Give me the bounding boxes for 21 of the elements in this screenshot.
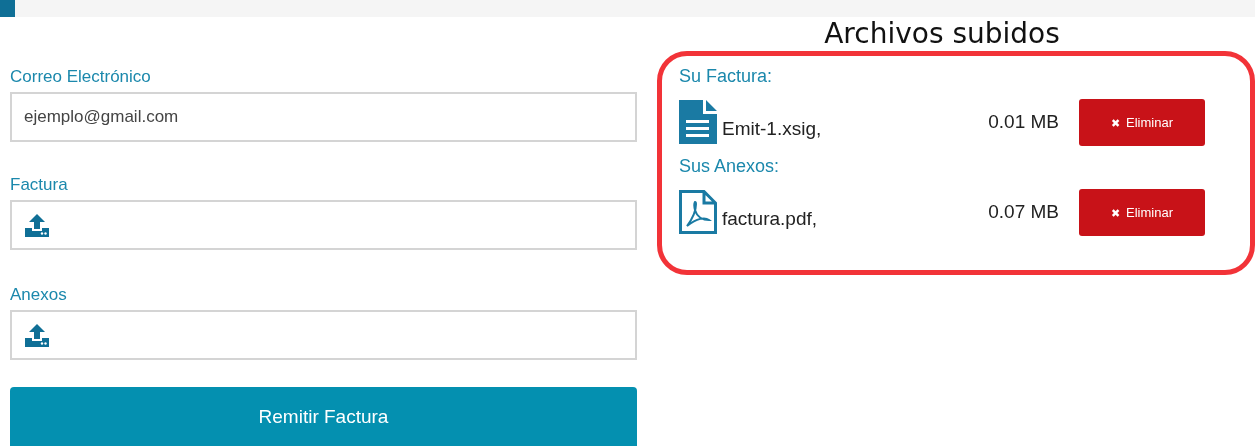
file-upload-field[interactable]	[10, 310, 637, 360]
upload-icon	[24, 322, 50, 348]
upload-icon	[24, 212, 50, 238]
file-name: factura.pdf,	[722, 207, 819, 230]
file-size: 0.07 MB	[987, 201, 1059, 223]
file-name: Emit-1.xsig,	[722, 117, 823, 140]
field-label: Correo Electrónico	[10, 67, 152, 88]
field-label: Anexos	[10, 285, 68, 306]
delete-button[interactable]: ✖ Eliminar	[1079, 98, 1205, 146]
uploads-title: Archivos subidos	[823, 17, 1061, 51]
file-size: 0.01 MB	[987, 111, 1059, 133]
submit-button[interactable]: Remitir Factura	[10, 387, 637, 446]
pdf-file-icon	[679, 190, 717, 234]
accent-block	[0, 0, 15, 17]
email-field[interactable]: ejemplo@gmail.com	[10, 92, 637, 142]
delete-button[interactable]: ✖ Eliminar	[1079, 188, 1205, 236]
document-icon	[679, 100, 717, 144]
file-upload-field[interactable]	[10, 200, 637, 250]
field-label: Factura	[10, 175, 69, 196]
section-label: Sus Anexos:	[679, 156, 780, 178]
section-label: Su Factura:	[679, 66, 773, 88]
